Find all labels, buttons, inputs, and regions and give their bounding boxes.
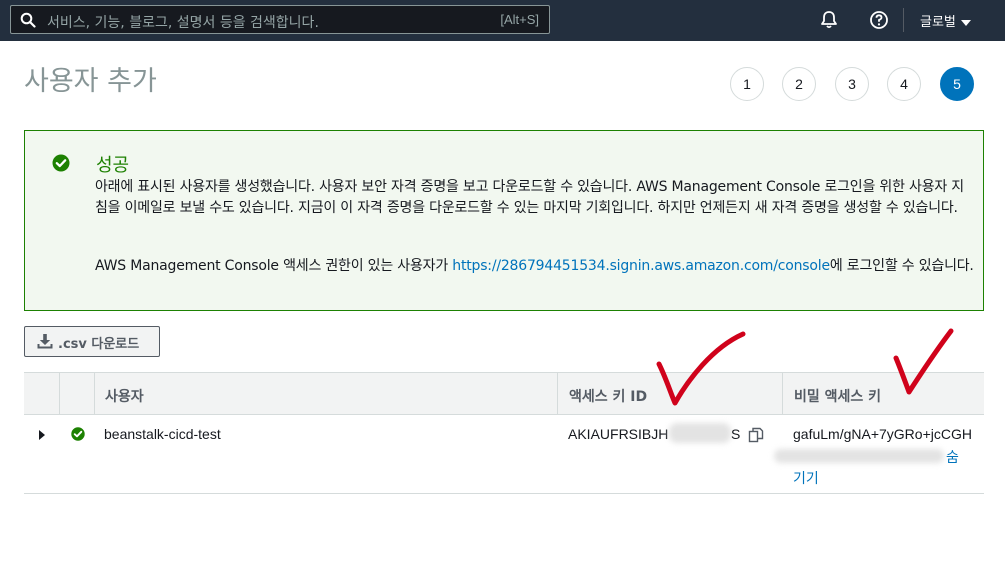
nav-divider [903,8,904,32]
bell-icon[interactable] [819,10,839,30]
download-csv-button[interactable]: .csv 다운로드 [24,326,160,357]
success-check-icon [71,427,85,441]
top-navigation: 서비스, 기능, 블로그, 설명서 등을 검색합니다. [Alt+S] 글로벌 [0,0,1005,41]
search-icon [20,12,36,28]
column-separator [59,373,60,415]
step-2[interactable]: 2 [782,67,816,101]
console-info-suffix: 에 로그인할 수 있습니다. [829,258,974,274]
alert-console-info: AWS Management Console 액세스 권한이 있는 사용자가 h… [95,255,974,275]
page-title: 사용자 추가 [24,66,157,97]
search-input[interactable]: 서비스, 기능, 블로그, 설명서 등을 검색합니다. [Alt+S] [10,5,550,34]
table-header: 사용자 액세스 키 ID 비밀 액세스 키 [24,372,984,415]
copy-icon[interactable] [748,427,764,443]
show-secret-link-continued[interactable]: 기기 [793,468,819,488]
expand-row-icon[interactable] [39,430,45,440]
show-secret-link[interactable]: 숨 [946,447,959,467]
redaction-blur [669,423,731,443]
table-row: beanstalk-cicd-test AKIAUFRSIBJH S gafuL… [24,415,984,494]
region-selector[interactable]: 글로벌 [920,11,971,30]
caret-down-icon [960,19,971,26]
alert-message: 아래에 표시된 사용자를 생성했습니다. 사용자 보안 자격 증명을 보고 다운… [95,179,964,216]
region-label: 글로벌 [920,15,956,30]
redaction-blur [774,449,944,463]
column-separator [782,373,783,415]
help-icon[interactable] [869,10,889,30]
user-name: beanstalk-cicd-test [104,426,221,442]
console-signin-link[interactable]: https://286794451534.signin.aws.amazon.c… [452,258,830,274]
step-4[interactable]: 4 [887,67,921,101]
header-access-key-id[interactable]: 액세스 키 ID [569,386,647,406]
download-csv-label: .csv 다운로드 [58,337,140,352]
step-5[interactable]: 5 [940,67,974,101]
search-shortcut: [Alt+S] [500,12,539,27]
header-secret-access-key[interactable]: 비밀 액세스 키 [794,386,881,406]
console-info-prefix: AWS Management Console 액세스 권한이 있는 사용자가 [95,258,453,274]
step-1[interactable]: 1 [730,67,764,101]
success-check-icon [52,154,70,172]
step-3[interactable]: 3 [835,67,869,101]
header-user[interactable]: 사용자 [105,386,144,406]
search-placeholder: 서비스, 기능, 블로그, 설명서 등을 검색합니다. [47,15,319,31]
column-separator [557,373,558,415]
alert-title: 성공 [96,155,130,176]
secret-access-key: gafuLm/gNA+7yGRo+jcCGH [793,426,972,442]
download-icon [37,334,53,349]
column-separator [94,373,95,415]
success-alert: 성공 아래에 표시된 사용자를 생성했습니다. 사용자 보안 자격 증명을 보고… [24,130,984,311]
access-key-tail: S [731,426,741,442]
access-key-id: AKIAUFRSIBJH [568,426,669,442]
